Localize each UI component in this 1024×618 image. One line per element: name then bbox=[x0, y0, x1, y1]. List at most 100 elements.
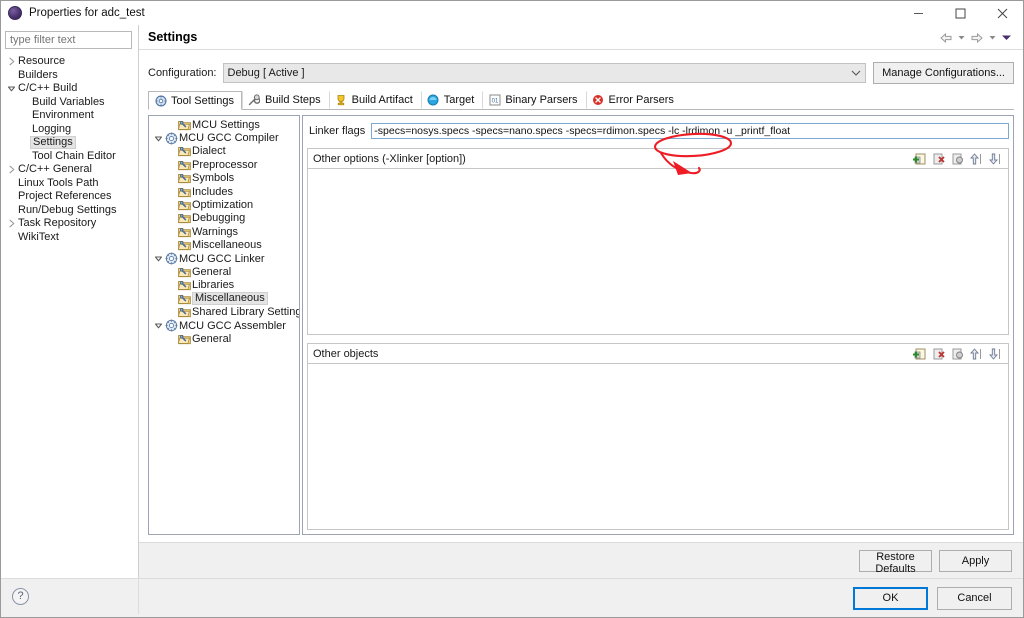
chevron-right-icon[interactable] bbox=[5, 57, 17, 66]
folder-tool-icon bbox=[177, 266, 192, 278]
tool-settings-icon bbox=[154, 94, 167, 107]
tool-tree-item-debugging[interactable]: Debugging bbox=[149, 212, 299, 225]
maximize-icon[interactable] bbox=[939, 1, 981, 25]
apply-button-bar: Restore Defaults Apply bbox=[139, 542, 1023, 578]
tool-tree-label: MCU GCC Linker bbox=[179, 252, 265, 265]
folder-tool-icon bbox=[177, 159, 192, 171]
sidebar-item-resource[interactable]: Resource bbox=[1, 55, 138, 69]
sidebar-item-label: Logging bbox=[32, 122, 72, 135]
sidebar-item-tool-chain-editor[interactable]: Tool Chain Editor bbox=[1, 150, 138, 164]
cancel-button[interactable]: Cancel bbox=[937, 586, 1012, 610]
tool-tree-item-symbols[interactable]: Symbols bbox=[149, 172, 299, 185]
sidebar-item-logging[interactable]: Logging bbox=[1, 123, 138, 137]
chevron-down-icon[interactable] bbox=[956, 33, 967, 42]
other-options-header: Other options (-Xlinker [option]) bbox=[307, 148, 1009, 168]
tool-tree-item-miscellaneous[interactable]: Miscellaneous bbox=[149, 292, 299, 306]
delete-icon[interactable] bbox=[930, 151, 947, 167]
sidebar-item-environment[interactable]: Environment bbox=[1, 109, 138, 123]
folder-tool-icon bbox=[177, 279, 192, 291]
delete-icon[interactable] bbox=[930, 346, 947, 362]
sidebar-item-task-repository[interactable]: Task Repository bbox=[1, 217, 138, 231]
tool-tree-item-optimization[interactable]: Optimization bbox=[149, 198, 299, 211]
sidebar-item-build-variables[interactable]: Build Variables bbox=[1, 96, 138, 110]
settings-content: Configuration: Debug [ Active ] Manage C… bbox=[139, 50, 1023, 542]
tool-tree-item-dialect[interactable]: Dialect bbox=[149, 145, 299, 158]
sidebar-item-c-c-general[interactable]: C/C++ General bbox=[1, 163, 138, 177]
ok-button[interactable]: OK bbox=[853, 586, 928, 610]
tab-tool-settings[interactable]: Tool Settings bbox=[148, 91, 242, 110]
tool-tree-item-preprocessor[interactable]: Preprocessor bbox=[149, 158, 299, 171]
linker-flags-input[interactable] bbox=[371, 123, 1009, 139]
tool-tree-item-mcu-gcc-assembler[interactable]: MCU GCC Assembler bbox=[149, 319, 299, 332]
restore-defaults-button[interactable]: Restore Defaults bbox=[859, 549, 932, 575]
move-up-icon[interactable] bbox=[968, 151, 985, 167]
sidebar-item-c-c-build[interactable]: C/C++ Build bbox=[1, 82, 138, 96]
tool-tree-item-mcu-gcc-compiler[interactable]: MCU GCC Compiler bbox=[149, 131, 299, 144]
tool-tree-item-miscellaneous[interactable]: Miscellaneous bbox=[149, 239, 299, 252]
move-up-icon[interactable] bbox=[968, 346, 985, 362]
chevron-down-icon[interactable] bbox=[152, 321, 164, 330]
minimize-icon[interactable] bbox=[897, 1, 939, 25]
move-down-icon[interactable] bbox=[987, 151, 1004, 167]
tool-tree-label: Debugging bbox=[192, 212, 246, 225]
arrow-right-icon[interactable] bbox=[969, 32, 985, 44]
tab-label: Tool Settings bbox=[171, 94, 234, 107]
tool-tree-item-mcu-gcc-linker[interactable]: MCU GCC Linker bbox=[149, 252, 299, 265]
folder-tool-icon bbox=[177, 333, 192, 345]
configuration-value: Debug [ Active ] bbox=[227, 67, 305, 79]
tab-binary-parsers[interactable]: 01 Binary Parsers bbox=[482, 91, 585, 109]
close-icon[interactable] bbox=[981, 1, 1023, 25]
apply-button[interactable]: Apply bbox=[939, 549, 1012, 572]
chevron-down-filled-icon[interactable] bbox=[1000, 33, 1013, 42]
chevron-down-icon[interactable] bbox=[152, 134, 164, 143]
tool-tree-item-libraries[interactable]: Libraries bbox=[149, 279, 299, 292]
folder-tool-icon bbox=[177, 145, 192, 157]
manage-configurations-button[interactable]: Manage Configurations... bbox=[873, 62, 1014, 84]
sidebar-item-run-debug-settings[interactable]: Run/Debug Settings bbox=[1, 204, 138, 218]
edit-icon[interactable] bbox=[949, 151, 966, 167]
configuration-select[interactable]: Debug [ Active ] bbox=[222, 63, 867, 83]
chevron-down-icon[interactable] bbox=[152, 254, 164, 263]
tab-error-parsers[interactable]: Error Parsers bbox=[585, 91, 682, 109]
other-objects-list[interactable] bbox=[307, 363, 1009, 530]
edit-icon[interactable] bbox=[949, 346, 966, 362]
chevron-down-icon[interactable] bbox=[5, 84, 17, 93]
add-icon[interactable] bbox=[911, 151, 928, 167]
tool-tree-item-mcu-settings[interactable]: MCU Settings bbox=[149, 118, 299, 131]
chevron-down-icon bbox=[851, 64, 861, 82]
chevron-right-icon[interactable] bbox=[5, 165, 17, 174]
filter-input[interactable] bbox=[5, 31, 132, 49]
tool-tree-label: Includes bbox=[192, 185, 233, 198]
sidebar-item-builders[interactable]: Builders bbox=[1, 69, 138, 83]
tool-tree-item-warnings[interactable]: Warnings bbox=[149, 225, 299, 238]
tab-build-steps[interactable]: Build Steps bbox=[241, 91, 329, 109]
properties-dialog: Properties for adc_test ResourceBuilders… bbox=[0, 0, 1024, 618]
configuration-label: Configuration: bbox=[148, 67, 217, 79]
chevron-right-icon[interactable] bbox=[5, 219, 17, 228]
tool-tree-item-includes[interactable]: Includes bbox=[149, 185, 299, 198]
move-down-icon[interactable] bbox=[987, 346, 1004, 362]
sidebar-item-label: Tool Chain Editor bbox=[32, 149, 116, 162]
tool-tree-item-general[interactable]: General bbox=[149, 332, 299, 345]
gear-tool-icon bbox=[164, 319, 179, 332]
help-question-icon[interactable]: ? bbox=[12, 588, 29, 605]
tool-tree-label: Dialect bbox=[192, 145, 226, 158]
tool-tree[interactable]: MCU Settings MCU GCC Compiler Dialect Prepr… bbox=[148, 115, 300, 535]
tool-tree-item-general[interactable]: General bbox=[149, 265, 299, 278]
add-icon[interactable] bbox=[911, 346, 928, 362]
sidebar-item-label: Project References bbox=[18, 190, 112, 202]
linker-flags-row: Linker flags bbox=[307, 122, 1009, 140]
sidebar-item-project-references[interactable]: Project References bbox=[1, 190, 138, 204]
sidebar-item-linux-tools-path[interactable]: Linux Tools Path bbox=[1, 177, 138, 191]
sidebar-item-settings[interactable]: Settings bbox=[1, 136, 138, 150]
tab-build-artifact[interactable]: Build Artifact bbox=[328, 91, 421, 109]
sidebar-item-wikitext[interactable]: WikiText bbox=[1, 231, 138, 245]
option-panel: Linker flags Other options (-Xlinker [op… bbox=[302, 115, 1014, 535]
chevron-down-icon[interactable] bbox=[987, 33, 998, 42]
arrow-left-icon[interactable] bbox=[938, 32, 954, 44]
tab-target[interactable]: Target bbox=[420, 91, 483, 109]
folder-tool-icon bbox=[177, 212, 192, 224]
tool-tree-item-shared-library-settings[interactable]: Shared Library Settings bbox=[149, 305, 299, 318]
other-options-list[interactable] bbox=[307, 168, 1009, 335]
settings-nav-tree[interactable]: Resource Builders C/C++ Build Build Variabl… bbox=[1, 54, 138, 578]
